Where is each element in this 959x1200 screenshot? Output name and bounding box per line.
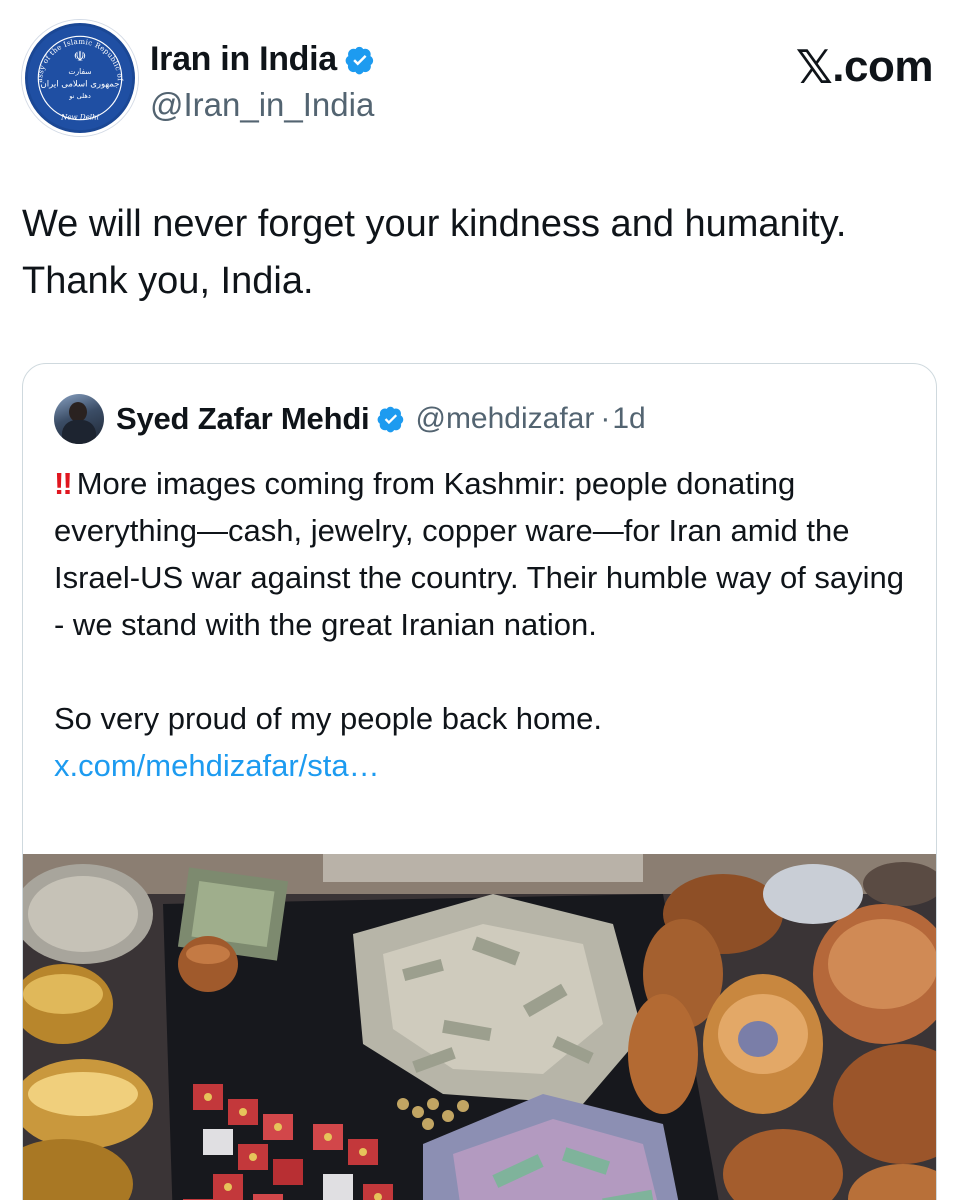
donations-photo-icon xyxy=(23,854,936,1200)
quoted-media-image[interactable] xyxy=(23,854,936,1200)
quoted-paragraph-1-text: More images coming from Kashmir: people … xyxy=(54,466,905,642)
quoted-paragraph-1: ‼ More images coming from Kashmir: people… xyxy=(54,460,914,648)
author-name-row: Iran in India xyxy=(150,40,375,79)
post-header: Embassy of the Islamic Republic of Iran … xyxy=(22,20,937,140)
quoted-post-link[interactable]: x.com/mehdizafar/sta… xyxy=(54,748,380,783)
svg-text:☫: ☫ xyxy=(74,49,87,65)
emblem-text-4: New Delhi xyxy=(60,113,99,122)
quoted-post-text: ‼ More images coming from Kashmir: people… xyxy=(54,460,914,789)
verified-badge-icon xyxy=(345,45,375,75)
author-display-name[interactable]: Iran in India xyxy=(150,40,337,79)
dot-separator: · xyxy=(600,402,611,435)
quoted-author-name[interactable]: Syed Zafar Mehdi xyxy=(116,401,370,437)
quoted-author-avatar[interactable] xyxy=(54,394,104,444)
brand-domain: .com xyxy=(832,42,933,91)
quoted-timestamp[interactable]: 1d xyxy=(612,402,645,436)
emblem-text-3: دهلی نو xyxy=(68,92,91,100)
quoted-paragraph-2: So very proud of my people back home. x.… xyxy=(54,695,914,789)
quoted-author-handle[interactable]: @mehdizafar xyxy=(415,402,594,436)
emblem-text-2: جمهوری اسلامی ایران xyxy=(41,80,120,90)
post-text: We will never forget your kindness and h… xyxy=(22,203,847,302)
x-logo-icon: 𝕏 xyxy=(795,40,833,94)
author-handle[interactable]: @Iran_in_India xyxy=(150,86,374,124)
quoted-post-card[interactable]: Syed Zafar Mehdi @mehdizafar · 1d ‼ More … xyxy=(22,363,937,1200)
verified-badge-icon xyxy=(377,405,405,433)
embassy-emblem-icon: Embassy of the Islamic Republic of Iran … xyxy=(25,23,133,131)
quoted-author-row: Syed Zafar Mehdi @mehdizafar · 1d xyxy=(54,394,646,444)
double-exclamation-icon: ‼ xyxy=(54,466,73,501)
quoted-paragraph-2-text: So very proud of my people back home. xyxy=(54,701,602,736)
author-avatar[interactable]: Embassy of the Islamic Republic of Iran … xyxy=(22,20,138,136)
emblem-text-1: سفارت xyxy=(68,67,91,76)
brand-logo: 𝕏 .com xyxy=(795,40,934,94)
